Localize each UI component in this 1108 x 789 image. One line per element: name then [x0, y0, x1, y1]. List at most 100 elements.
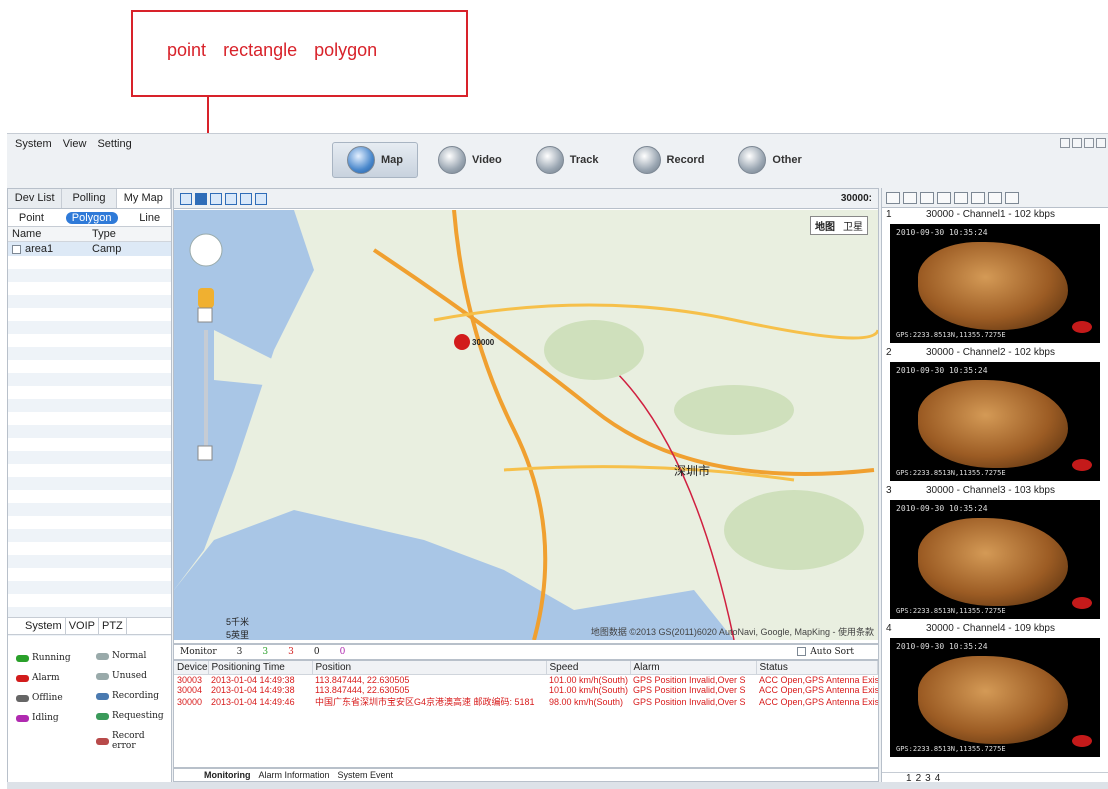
tab-point[interactable]: Point: [19, 212, 44, 224]
layout-icon[interactable]: [903, 191, 917, 204]
camera-icon[interactable]: [954, 191, 968, 204]
camera-icon: [96, 652, 109, 660]
area-table-header: Name Type: [8, 227, 171, 242]
map-type-map[interactable]: 地图: [811, 217, 839, 234]
video-frame[interactable]: 2010-09-30 10:35:24 GPS:2233.8513N,11355.…: [890, 638, 1100, 757]
tab-dev-list[interactable]: Dev List: [8, 189, 63, 208]
legend-idling: Idling: [16, 713, 59, 723]
legend-unused: Unused: [96, 671, 147, 681]
other-button[interactable]: Other: [724, 142, 815, 178]
bottom-left-tabs: System VOIP PTZ: [8, 617, 171, 635]
track-button[interactable]: Track: [522, 142, 613, 178]
map-background: [174, 210, 878, 640]
table-row[interactable]: 30003 2013-01-04 14:49:38 113.847444, 22.6…: [174, 675, 878, 685]
col-position[interactable]: Position: [312, 661, 547, 675]
col-speed[interactable]: Speed: [546, 661, 631, 675]
tab-system[interactable]: System: [22, 618, 66, 634]
video-channel-4[interactable]: 4 30000 - Channel4 - 109 kbps 2010-09-30 …: [882, 623, 1108, 759]
minimize-icon[interactable]: [1072, 138, 1082, 148]
fullscreen-icon[interactable]: [240, 192, 252, 205]
monitor-total: 3: [236, 647, 243, 657]
map-icon: [347, 146, 375, 174]
col-name[interactable]: Name: [8, 227, 88, 241]
camera-icon: [96, 672, 109, 680]
rectangle-tool-icon[interactable]: [195, 192, 207, 205]
map-copyright: 地图数据 ©2013 GS(2011)6020 AutoNavi, Google…: [590, 627, 874, 637]
left-tabs: Dev List Polling My Map: [8, 189, 171, 209]
play-icon[interactable]: [988, 191, 1002, 204]
record-button[interactable]: Record: [619, 142, 719, 178]
col-positioning-time[interactable]: Positioning Time: [208, 661, 313, 675]
video-toolbar: [882, 188, 1108, 208]
video-button[interactable]: Video: [424, 142, 516, 178]
video-channel-1[interactable]: 1 30000 - Channel1 - 102 kbps 2010-09-30 …: [882, 209, 1108, 345]
auto-sort-checkbox[interactable]: Auto Sort: [797, 647, 854, 657]
col-type[interactable]: Type: [88, 227, 120, 241]
point-tool-icon[interactable]: [180, 192, 192, 205]
map-canvas[interactable]: 地图 卫星 30000 深圳市 5千米 5英里 地图数据 ©2013 GS(201…: [174, 210, 878, 640]
col-alarm[interactable]: Alarm: [630, 661, 757, 675]
monitor-idling-count: 0: [339, 647, 346, 657]
area-type: Camp: [92, 243, 122, 255]
table-row[interactable]: 30004 2013-01-04 14:49:38 113.847444, 22.6…: [174, 685, 878, 695]
col-status[interactable]: Status: [756, 661, 878, 675]
layout-icon[interactable]: [886, 191, 900, 204]
monitor-running-count: 3: [262, 647, 269, 657]
video-frame[interactable]: 2010-09-30 10:35:24 GPS:2233.8513N,11355.…: [890, 224, 1100, 343]
zoom-tool-icon[interactable]: [225, 192, 237, 205]
tab-system-event[interactable]: System Event: [338, 770, 394, 780]
shape-tabs: Point Polygon Line: [8, 209, 171, 227]
help-icon[interactable]: [1060, 138, 1070, 148]
menu-system[interactable]: System: [15, 138, 52, 150]
table-row[interactable]: area1 Camp: [8, 242, 171, 256]
main-toolbar: Map Video Track Record Other: [332, 142, 822, 182]
legend-alarm: Alarm: [16, 673, 60, 683]
tab-line[interactable]: Line: [139, 212, 160, 224]
other-icon: [738, 146, 767, 174]
annotation-box: point rectangle polygon: [131, 10, 468, 97]
video-frame[interactable]: 2010-09-30 10:35:24 GPS:2233.8513N,11355.…: [890, 362, 1100, 481]
car-icon: [16, 714, 29, 722]
video-frame[interactable]: 2010-09-30 10:35:24 GPS:2233.8513N,11355.…: [890, 500, 1100, 619]
tab-alarm-information[interactable]: Alarm Information: [259, 770, 330, 780]
camera-icon: [96, 712, 109, 720]
app-window: System View Setting Map Video Track Reco…: [7, 133, 1108, 789]
map-button[interactable]: Map: [332, 142, 418, 178]
menu-setting[interactable]: Setting: [97, 138, 131, 150]
video-channel-2[interactable]: 2 30000 - Channel2 - 102 kbps 2010-09-30 …: [882, 347, 1108, 483]
table-row[interactable]: 30000 2013-01-04 14:49:46 中国广东省深圳市宝安区G4京港澳…: [174, 695, 878, 708]
legend-recording: Recording: [96, 691, 159, 701]
tab-ptz[interactable]: PTZ: [99, 618, 127, 634]
window-controls: [1060, 138, 1106, 148]
map-type-satellite[interactable]: 卫星: [839, 217, 867, 234]
car-icon: [16, 674, 29, 682]
legend-normal: Normal: [96, 651, 146, 661]
tab-polygon[interactable]: Polygon: [65, 211, 118, 224]
legend-record-error: Record error: [96, 731, 171, 751]
city-label: 深圳市: [674, 464, 711, 478]
tab-voip[interactable]: VOIP: [66, 618, 99, 634]
map-scale: 5千米 5英里: [226, 617, 250, 640]
screen-icon[interactable]: [937, 191, 951, 204]
tab-monitoring[interactable]: Monitoring: [204, 770, 251, 780]
col-device[interactable]: Device: [174, 661, 209, 675]
video-panel: 1 30000 - Channel1 - 102 kbps 2010-09-30 …: [881, 188, 1108, 788]
close-icon[interactable]: [1096, 138, 1106, 148]
menu-bar: System View Setting: [15, 138, 140, 150]
row-checkbox[interactable]: [12, 244, 21, 254]
tab-polling[interactable]: Polling: [62, 189, 117, 208]
screen-icon[interactable]: [920, 191, 934, 204]
polygon-tool-icon[interactable]: [210, 192, 222, 205]
event-tabs: Monitoring Alarm Information System Even…: [173, 768, 879, 782]
camera-icon: [96, 737, 109, 745]
tab-my-map[interactable]: My Map: [116, 189, 171, 208]
save-icon[interactable]: [255, 192, 267, 205]
stop-icon[interactable]: [1005, 191, 1019, 204]
maximize-icon[interactable]: [1084, 138, 1094, 148]
vehicle-marker-label[interactable]: 30000: [472, 338, 494, 347]
audio-icon[interactable]: [971, 191, 985, 204]
monitor-alarm-count: 3: [288, 647, 294, 657]
video-channel-3[interactable]: 3 30000 - Channel3 - 103 kbps 2010-09-30 …: [882, 485, 1108, 621]
monitor-offline-count: 0: [313, 647, 320, 657]
menu-view[interactable]: View: [63, 138, 87, 150]
